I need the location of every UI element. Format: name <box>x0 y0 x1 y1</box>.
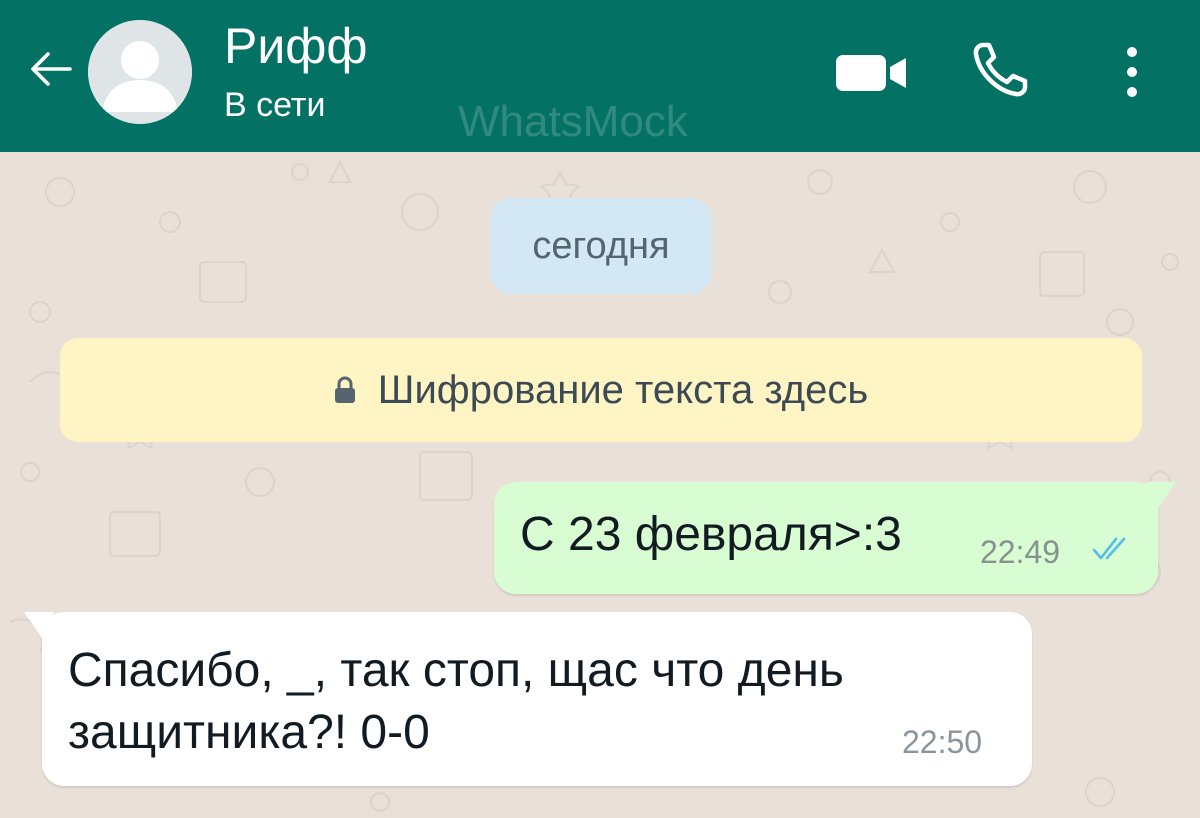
message-time: 22:49 <box>980 534 1061 570</box>
chat-area[interactable]: сегодня Шифрование текста здесь С 23 фев… <box>0 152 1200 818</box>
avatar[interactable] <box>88 20 192 124</box>
outgoing-message[interactable]: С 23 февраля>:3 22:49 <box>494 482 1176 594</box>
message-text: С 23 февраля>:3 <box>520 508 902 561</box>
message-time: 22:50 <box>902 724 983 760</box>
bubble-tail <box>24 612 54 638</box>
watermark: WhatsMock <box>458 97 688 146</box>
arrow-left-icon[interactable] <box>26 44 76 94</box>
contact-name[interactable]: Рифф <box>224 16 368 76</box>
more-vertical-icon[interactable] <box>1120 42 1144 102</box>
lock-icon <box>334 376 355 403</box>
contact-status: В сети <box>224 86 326 124</box>
message-text: Спасибо, _, так стоп, щас что день защит… <box>68 644 844 759</box>
date-divider: сегодня <box>490 198 712 294</box>
incoming-message[interactable]: Спасибо, _, так стоп, щас что день защит… <box>24 612 1032 786</box>
bubble-tail <box>1146 482 1176 508</box>
chat-header: Рифф В сети WhatsMock <box>0 0 1200 152</box>
video-call-icon[interactable] <box>836 52 908 94</box>
encryption-notice[interactable]: Шифрование текста здесь <box>60 338 1142 442</box>
encryption-notice-text: Шифрование текста здесь <box>377 367 869 412</box>
double-check-read-icon <box>1092 537 1126 560</box>
phone-icon[interactable] <box>970 40 1030 100</box>
default-avatar-icon <box>88 20 192 124</box>
